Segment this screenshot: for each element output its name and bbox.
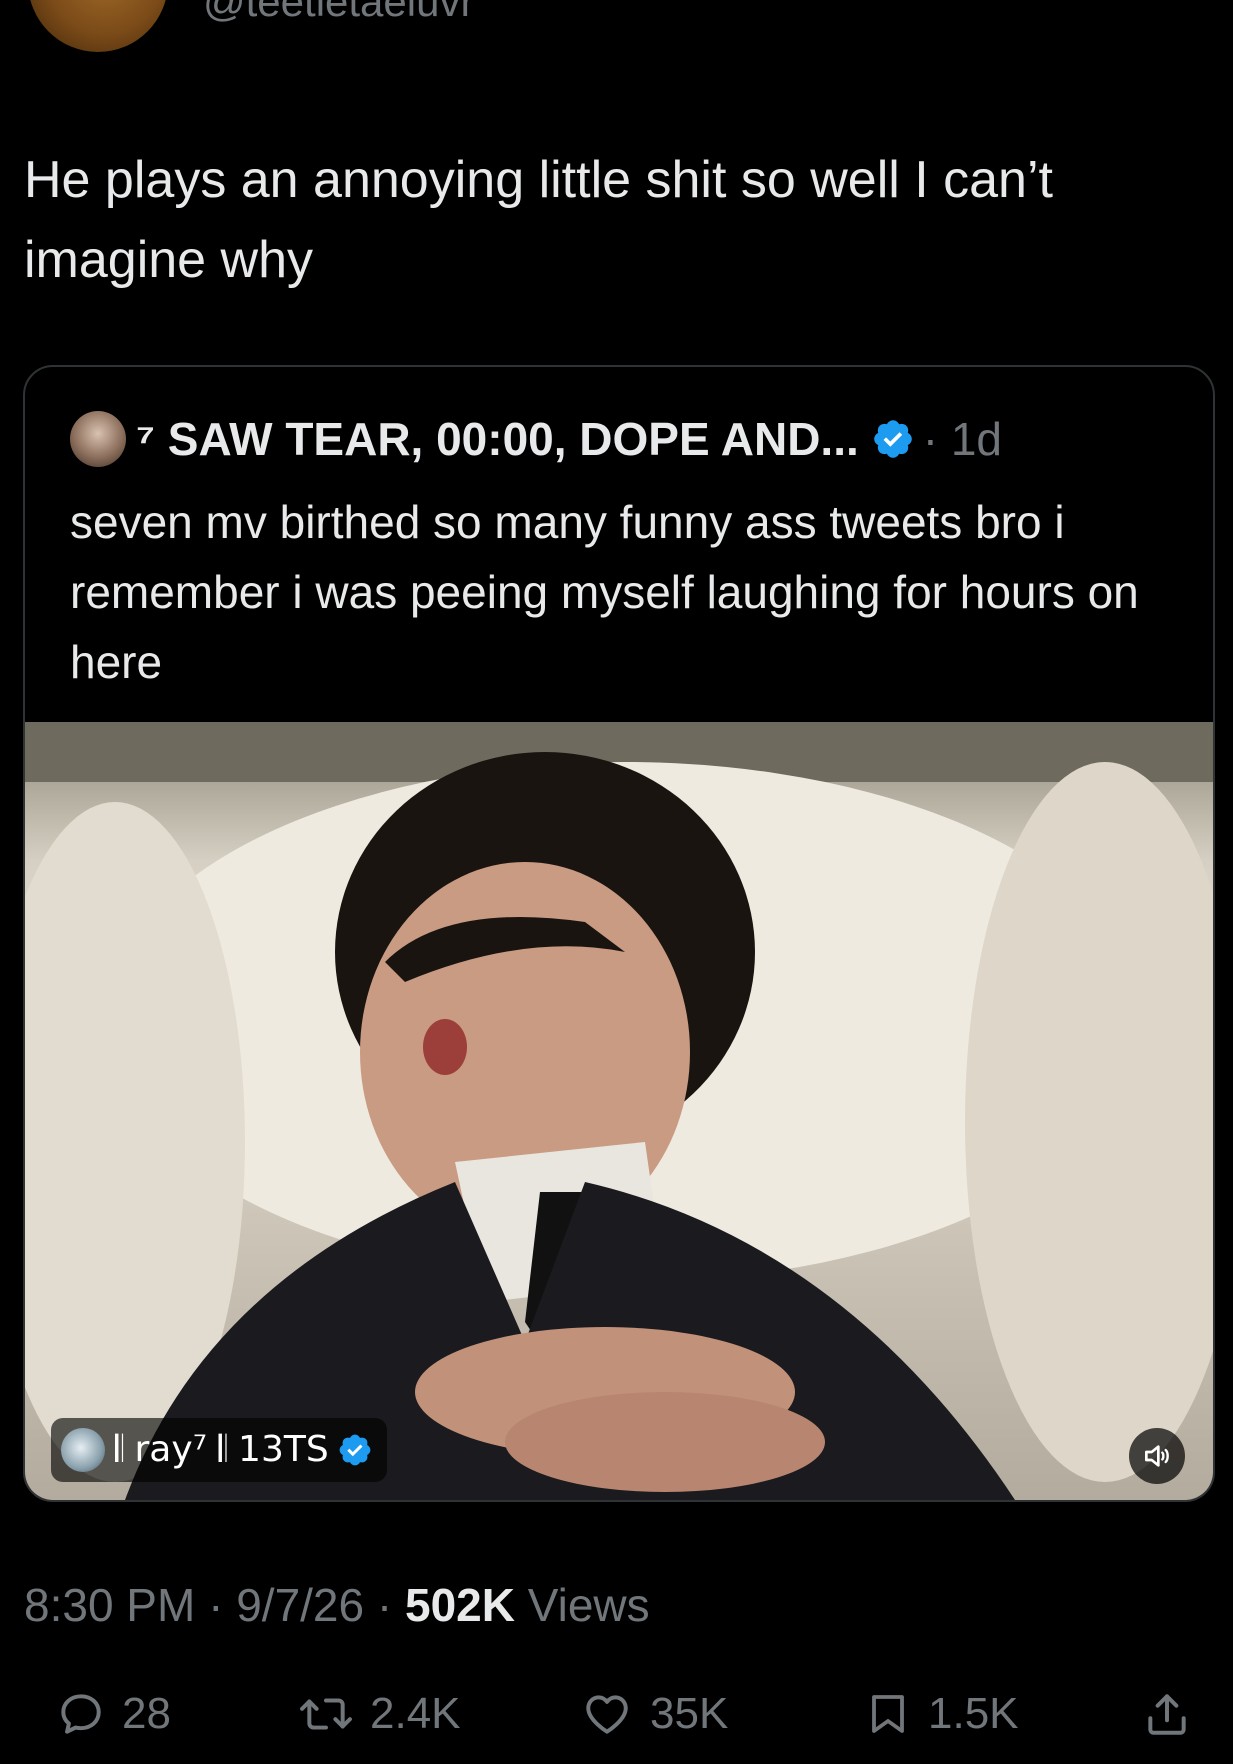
tweet-meta-line: 8:30 PM · 9/7/26 · 502K Views [24,1578,650,1632]
media-hands-lower [505,1392,825,1492]
verified-badge-icon [339,1434,371,1466]
tweet-text: He plays an annoying little shit so well… [24,151,1053,289]
reply-icon [61,1694,101,1734]
like-button[interactable]: 35K [580,1674,728,1754]
media-mouth [423,1019,467,1075]
attribution-avatar [61,1428,105,1472]
meta-separator: · [364,1579,405,1631]
views-label: Views [527,1579,650,1631]
meta-separator: · [195,1579,237,1631]
retweet-button[interactable]: 2.4K [298,1674,461,1754]
media-attribution[interactable]: 𝄃 ray⁷ 𝄃 13TS [51,1418,387,1482]
author-handle[interactable]: @teetletaeluvr [203,0,474,26]
like-count: 35K [650,1689,729,1738]
sound-toggle-button[interactable] [1129,1428,1185,1484]
author-row: @teetletaeluvr [0,0,1233,70]
bookmark-icon [872,1695,904,1733]
views-count[interactable]: 502K [405,1579,515,1631]
retweet-count: 2.4K [370,1689,461,1738]
volume-icon [1145,1445,1169,1467]
reply-button[interactable]: 28 [56,1674,171,1754]
verified-badge-icon [873,420,912,458]
quoted-tweet-header: ⁷ SAW TEAR, 00:00, DOPE AND... · 1d [70,409,1002,469]
tweet-action-bar: 28 2.4K 35K 1.5K [0,1674,1233,1754]
tweet-time[interactable]: 8:30 PM [24,1579,195,1631]
quoted-author-name[interactable]: ⁷ SAW TEAR, 00:00, DOPE AND... [136,412,859,466]
author-avatar[interactable] [28,0,168,52]
attribution-name: 𝄃 ray⁷ 𝄃 13TS [115,1429,329,1470]
quoted-tweet-media[interactable]: 𝄃 ray⁷ 𝄃 13TS [25,722,1213,1500]
quoted-author-avatar[interactable] [70,411,126,467]
quoted-tweet-card[interactable]: ⁷ SAW TEAR, 00:00, DOPE AND... · 1d seve… [23,365,1215,1502]
media-illustration [25,722,1213,1500]
share-icon [1148,1694,1186,1735]
quoted-tweet-time[interactable]: · 1d [923,412,1002,466]
bookmark-count: 1.5K [928,1689,1019,1738]
bookmark-button[interactable]: 1.5K [864,1674,1019,1754]
quoted-tweet-text: seven mv birthed so many funny ass tweet… [70,496,1139,688]
tweet-date[interactable]: 9/7/26 [236,1579,364,1631]
reply-count: 28 [122,1689,171,1738]
share-button[interactable] [1142,1674,1192,1754]
heart-icon [586,1695,628,1734]
retweet-icon [300,1698,352,1730]
